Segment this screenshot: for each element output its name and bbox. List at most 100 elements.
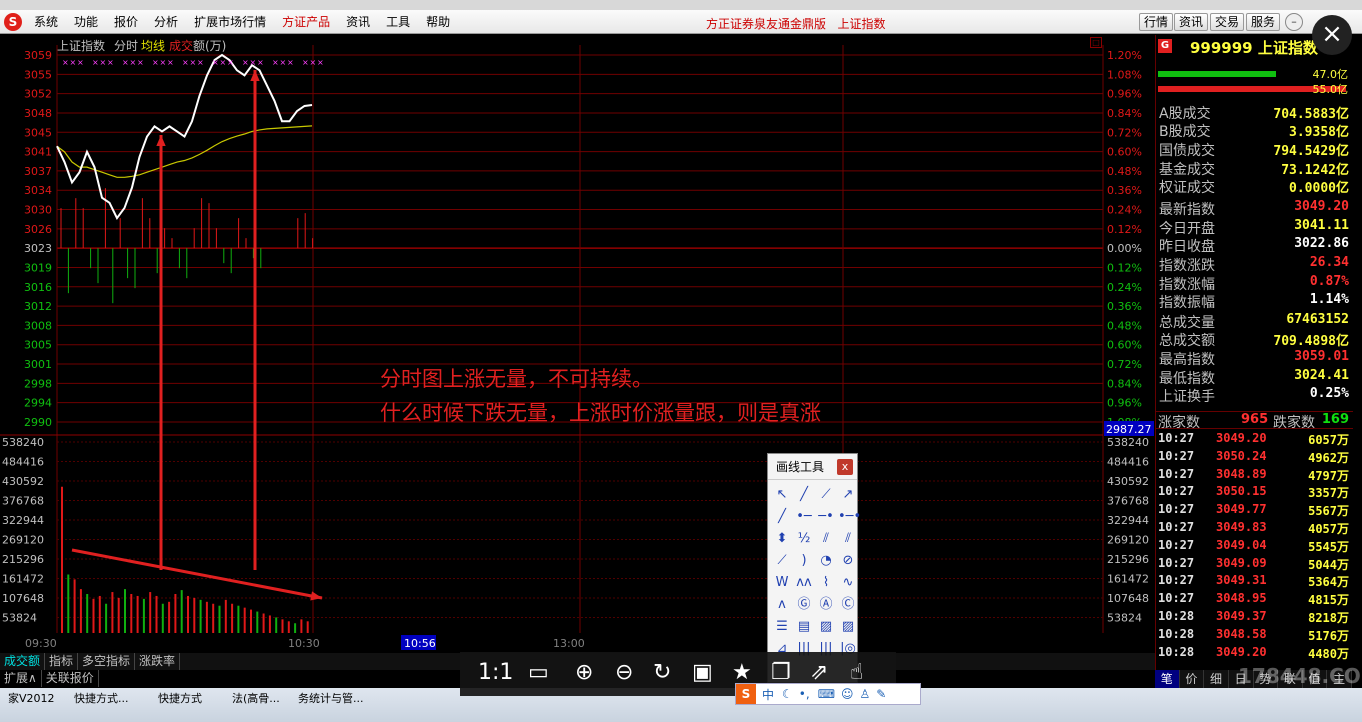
signal-marker: × <box>152 58 159 67</box>
copy-icon[interactable]: ❐ <box>771 660 791 685</box>
zigzag-icon[interactable]: ʌ <box>772 594 792 616</box>
hline2-icon[interactable]: •─• <box>838 506 861 528</box>
rise-icon[interactable]: ⌇ <box>816 572 836 594</box>
menu-help[interactable]: 帮助 <box>426 13 450 30</box>
menu-function[interactable]: 功能 <box>74 13 98 30</box>
gp-icon[interactable]: Ⓖ <box>794 594 814 616</box>
ime-lang[interactable]: 中 <box>762 686 774 703</box>
menu-news[interactable]: 资讯 <box>346 13 370 30</box>
ga-icon[interactable]: Ⓐ <box>816 594 836 616</box>
side-tab[interactable]: 笔 <box>1155 670 1180 688</box>
chart-panel[interactable]: 3059 1.20% 3055 1.08% 3052 0.96% 3048 0.84% 3045… <box>0 35 1155 653</box>
price-tick-label: 3041 <box>24 146 52 159</box>
trade-button[interactable]: 交易 <box>1210 13 1245 31</box>
price-tick-label: 3012 <box>24 300 52 313</box>
task-item-2[interactable]: 快捷方式... <box>74 690 129 706</box>
price-tick-label: 2990 <box>24 416 52 429</box>
wrench-icon[interactable]: ✎ <box>876 687 886 701</box>
ban-icon[interactable]: ⊘ <box>838 550 858 572</box>
c-icon[interactable]: Ⓒ <box>838 594 858 616</box>
menu-tools[interactable]: 工具 <box>386 13 410 30</box>
favorite-icon[interactable]: ★ <box>732 660 752 685</box>
punct-icon[interactable]: •, <box>799 687 810 701</box>
tab-turnover[interactable]: 成交额 <box>0 653 46 670</box>
side-tab[interactable]: 价 <box>1180 670 1205 688</box>
minimize-icon[interactable]: – <box>1285 13 1303 31</box>
task-item-5[interactable]: 务统计与管... <box>298 690 364 706</box>
menu-products[interactable]: 方证产品 <box>282 13 330 30</box>
vol-tick-label: 322944 <box>2 514 44 527</box>
tab-extend[interactable]: 扩展∧ <box>0 670 42 687</box>
quote-button[interactable]: 行情 <box>1139 13 1174 31</box>
menu-system[interactable]: 系统 <box>34 13 58 30</box>
shirt-icon[interactable]: ♙ <box>860 687 871 701</box>
watermark: 178448.COM <box>1238 664 1362 688</box>
down-bar-value: 55.0亿 <box>1312 83 1349 96</box>
vline-icon[interactable]: ⬍ <box>772 528 792 550</box>
parallel2-icon[interactable]: ⫽ <box>838 528 858 550</box>
news-button[interactable]: 资讯 <box>1174 13 1209 31</box>
hline-icon[interactable]: ─• <box>816 506 836 528</box>
rotate-icon[interactable]: ↻ <box>653 660 671 685</box>
price-tick-label: 3059 <box>24 49 52 62</box>
service-button[interactable]: 服务 <box>1246 13 1281 31</box>
corner-icon[interactable]: □ <box>1090 37 1102 48</box>
keyboard-icon[interactable]: ⌨ <box>818 687 835 701</box>
actual-size-button[interactable]: 1:1 <box>478 660 513 685</box>
tab-advance-decline[interactable]: 涨跌率 <box>135 653 181 670</box>
intraday-chart[interactable]: 3059 1.20% 3055 1.08% 3052 0.96% 3048 0.84% 3045… <box>0 35 1155 653</box>
hatch2-icon[interactable]: ▨ <box>838 616 858 638</box>
tick-row: 10:27 3049.83 4057万 <box>1156 520 1353 538</box>
fall-icon[interactable]: ∿ <box>838 572 858 594</box>
grid-icon[interactable]: ▤ <box>794 616 814 638</box>
share-icon[interactable]: ⇗ <box>810 660 828 685</box>
ray-icon[interactable]: ↗ <box>838 484 858 506</box>
price-tick-label: 3048 <box>24 107 52 120</box>
broker-name: 方正证券泉友通金鼎版 <box>706 17 827 31</box>
hand-icon[interactable]: ☝ <box>850 660 863 685</box>
line-icon[interactable]: ⟋ <box>816 484 836 506</box>
tab-long-short[interactable]: 多空指标 <box>78 653 136 670</box>
arrow-volume-decline <box>71 548 323 600</box>
stat-label: 昨日收盘 <box>1159 239 1215 255</box>
parallel-icon[interactable]: ⫽ <box>816 528 836 550</box>
close-viewer-icon[interactable]: × <box>1312 15 1352 55</box>
pointer-icon[interactable]: ↖ <box>772 484 792 506</box>
task-item-3[interactable]: 快捷方式 <box>158 690 202 706</box>
user-icon[interactable]: ☺ <box>841 687 854 701</box>
menu-analysis[interactable]: 分析 <box>154 13 178 30</box>
zoom-out-icon[interactable]: ⊖ <box>615 660 633 685</box>
close-icon[interactable]: x <box>837 459 853 475</box>
segment-icon[interactable]: ╱ <box>794 484 814 506</box>
vol-tick-label: 161472 <box>2 573 44 586</box>
volume-legend-1: 成交 <box>169 39 194 53</box>
circle-icon[interactable]: ◔ <box>816 550 836 572</box>
hatch-icon[interactable]: ▨ <box>816 616 836 638</box>
tab-indicator[interactable]: 指标 <box>45 653 79 670</box>
stat-row: 基金成交 73.1242亿 <box>1156 159 1353 178</box>
peak-icon[interactable]: ʌʌ <box>794 572 814 594</box>
draw-tools-panel[interactable]: 画线工具 x ↖ ╱ ⟋ ↗ ╱ •─ ─• •─• ⬍ ½ ⫽ ⫽ ⟋) ◔ ⊘ Wʌʌ ⌇ ∿ ʌ Ⓖ Ⓐ… <box>767 453 861 683</box>
hline-dot-icon[interactable]: •─ <box>794 506 814 528</box>
tab-related-quote[interactable]: 关联报价 <box>42 670 99 687</box>
signal-marker: × <box>212 58 219 67</box>
menu-quote[interactable]: 报价 <box>114 13 138 30</box>
zoom-in-icon[interactable]: ⊕ <box>575 660 593 685</box>
down-count-label: 跌家数 <box>1273 415 1315 431</box>
signal-marker: × <box>257 58 264 67</box>
arc-icon[interactable]: ) <box>794 550 814 572</box>
list-icon[interactable]: ☰ <box>772 616 792 638</box>
menu-extended-market[interactable]: 扩展市场行情 <box>194 13 266 30</box>
stat-row: 上证换手 0.25% <box>1156 386 1353 405</box>
save-icon[interactable]: ▣ <box>692 660 713 685</box>
wave-icon[interactable]: W <box>772 572 792 594</box>
line2-icon[interactable]: ╱ <box>772 506 792 528</box>
task-item-1[interactable]: 家V2012 <box>8 690 55 706</box>
label-icon[interactable]: ½ <box>794 528 814 550</box>
moon-icon[interactable]: ☾ <box>782 687 793 701</box>
side-tab[interactable]: 细 <box>1204 670 1229 688</box>
task-item-4[interactable]: 法(高骨... <box>232 690 280 706</box>
fit-screen-icon[interactable]: ▭ <box>528 660 549 685</box>
fan-icon[interactable]: ⟋ <box>772 550 792 572</box>
ime-bar[interactable]: S 中 ☾ •, ⌨ ☺ ♙ ✎ <box>735 683 921 705</box>
